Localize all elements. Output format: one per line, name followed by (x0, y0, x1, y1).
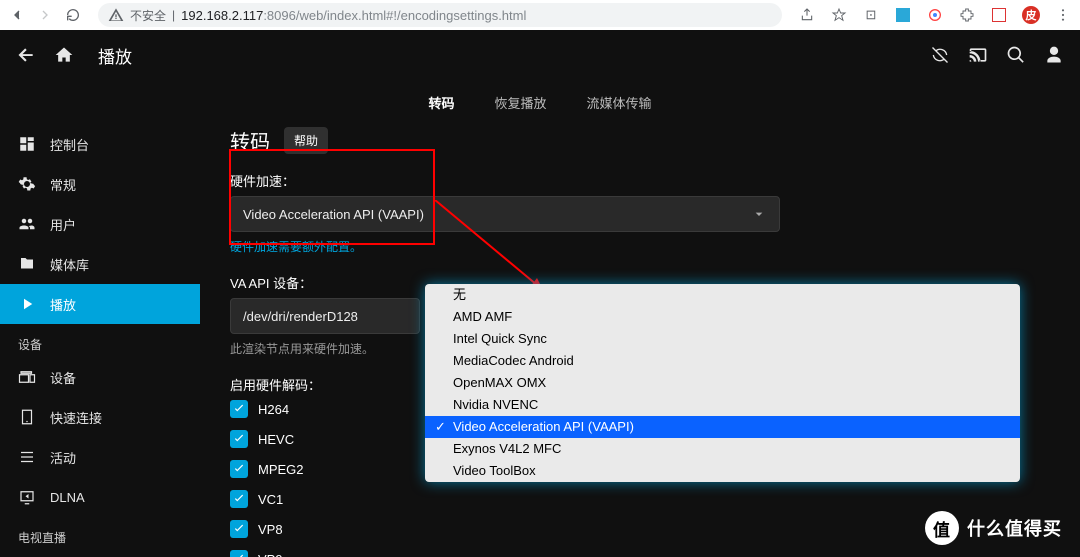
back-arrow-icon[interactable] (16, 45, 36, 65)
dropdown-option[interactable]: Video ToolBox (425, 460, 1020, 482)
sidebar-item-users[interactable]: 用户 (0, 204, 200, 244)
hw-accel-hint[interactable]: 硬件加速需要额外配置。 (230, 238, 780, 255)
sidebar-item-devices[interactable]: 设备 (0, 357, 200, 397)
browser-toolbar: 不安全 | 192.168.2.117:8096/web/index.html#… (0, 0, 1080, 30)
sidebar-item-label: 活动 (50, 448, 76, 467)
sidebar-item-libraries[interactable]: 媒体库 (0, 244, 200, 284)
sidebar-item-label: DLNA (50, 490, 85, 505)
codec-row[interactable]: VP8 (230, 520, 780, 538)
sidebar-item-activity[interactable]: 活动 (0, 437, 200, 477)
user-icon[interactable] (1044, 45, 1064, 65)
codec-label: H264 (258, 402, 289, 417)
codec-label: VP9 (258, 552, 283, 557)
watermark-badge: 值 什么值得买 (925, 511, 1062, 545)
hw-accel-select[interactable]: Video Acceleration API (VAAPI) (230, 196, 780, 232)
sidebar-item-label: 常规 (50, 175, 76, 194)
dropdown-option[interactable]: Intel Quick Sync (425, 328, 1020, 350)
ext-icon-3[interactable] (924, 4, 946, 26)
sidebar-header-devices: 设备 (0, 324, 200, 357)
url-bar[interactable]: 不安全 | 192.168.2.117:8096/web/index.html#… (98, 3, 782, 27)
checkbox-icon[interactable] (230, 400, 248, 418)
warning-icon (108, 7, 124, 23)
sidebar-item-label: 设备 (50, 368, 76, 387)
sync-off-icon[interactable] (930, 45, 950, 65)
share-icon[interactable] (796, 4, 818, 26)
reload-button[interactable] (62, 4, 84, 26)
vaapi-device-value: /dev/dri/renderD128 (243, 309, 358, 324)
dropdown-option[interactable]: OpenMAX OMX (425, 372, 1020, 394)
chevron-down-icon (751, 206, 767, 222)
home-icon[interactable] (54, 45, 74, 65)
sidebar-item-label: 播放 (50, 295, 76, 314)
watermark-icon: 值 (925, 511, 959, 545)
sidebar-item-dlna[interactable]: DLNA (0, 477, 200, 517)
dropdown-option[interactable]: AMD AMF (425, 306, 1020, 328)
app-header: 播放 (0, 30, 1080, 80)
tab-bar: 转码 恢复播放 流媒体传输 (0, 84, 1080, 120)
content-title: 转码 (230, 126, 270, 155)
checkbox-icon[interactable] (230, 490, 248, 508)
menu-dots-icon[interactable] (1052, 4, 1074, 26)
checkbox-icon[interactable] (230, 520, 248, 538)
checkbox-icon[interactable] (230, 550, 248, 557)
sidebar-item-dashboard[interactable]: 控制台 (0, 124, 200, 164)
dropdown-option[interactable]: 无 (425, 284, 1020, 306)
hw-accel-value: Video Acceleration API (VAAPI) (243, 207, 424, 222)
browser-right-icons: ⊡ 皮 (796, 4, 1074, 26)
codec-row[interactable]: VP9 (230, 550, 780, 557)
codec-label: VP8 (258, 522, 283, 537)
dropdown-option[interactable]: Exynos V4L2 MFC (425, 438, 1020, 460)
dropdown-option[interactable]: MediaCodec Android (425, 350, 1020, 372)
dropdown-option[interactable]: Video Acceleration API (VAAPI) (425, 416, 1020, 438)
codec-label: VC1 (258, 492, 283, 507)
insecure-label: 不安全 (130, 7, 166, 24)
sidebar-item-label: 控制台 (50, 135, 89, 154)
app: 播放 转码 恢复播放 流媒体传输 控制台 常规 用户 媒体库 播放 设备 设备 … (0, 30, 1080, 557)
vaapi-device-input[interactable]: /dev/dri/renderD128 (230, 298, 420, 334)
back-button[interactable] (6, 4, 28, 26)
dropdown-option[interactable]: Nvidia NVENC (425, 394, 1020, 416)
extensions-icon[interactable] (956, 4, 978, 26)
ext-icon-4[interactable] (988, 4, 1010, 26)
cast-icon[interactable] (968, 45, 988, 65)
sidebar-item-livetv[interactable]: 电视直播 (0, 550, 200, 557)
hw-accel-label: 硬件加速： (230, 171, 780, 190)
codec-row[interactable]: VC1 (230, 490, 780, 508)
codec-label: MPEG2 (258, 462, 304, 477)
help-button[interactable]: 帮助 (284, 127, 328, 154)
checkbox-icon[interactable] (230, 460, 248, 478)
sidebar-item-quickconnect[interactable]: 快速连接 (0, 397, 200, 437)
ext-icon-1[interactable]: ⊡ (860, 4, 882, 26)
sidebar-item-label: 快速连接 (50, 408, 102, 427)
tab-resume[interactable]: 恢复播放 (490, 87, 550, 118)
sidebar-item-general[interactable]: 常规 (0, 164, 200, 204)
search-icon[interactable] (1006, 45, 1026, 65)
profile-avatar[interactable]: 皮 (1020, 4, 1042, 26)
ext-icon-2[interactable] (892, 4, 914, 26)
url-text: 192.168.2.117:8096/web/index.html#!/enco… (181, 8, 772, 23)
sidebar: 控制台 常规 用户 媒体库 播放 设备 设备 快速连接 活动 DLNA 电视直播… (0, 120, 200, 557)
codec-label: HEVC (258, 432, 294, 447)
forward-button[interactable] (34, 4, 56, 26)
hw-accel-dropdown[interactable]: 无 AMD AMF Intel Quick Sync MediaCodec An… (425, 284, 1020, 482)
page-title: 播放 (92, 43, 132, 68)
tab-streaming[interactable]: 流媒体传输 (583, 87, 656, 118)
sidebar-header-livetv: 电视直播 (0, 517, 200, 550)
tab-transcoding[interactable]: 转码 (424, 87, 458, 118)
sidebar-item-label: 用户 (50, 215, 76, 234)
watermark-text: 什么值得买 (967, 515, 1062, 541)
checkbox-icon[interactable] (230, 430, 248, 448)
sidebar-item-playback[interactable]: 播放 (0, 284, 200, 324)
star-icon[interactable] (828, 4, 850, 26)
sidebar-item-label: 媒体库 (50, 255, 89, 274)
